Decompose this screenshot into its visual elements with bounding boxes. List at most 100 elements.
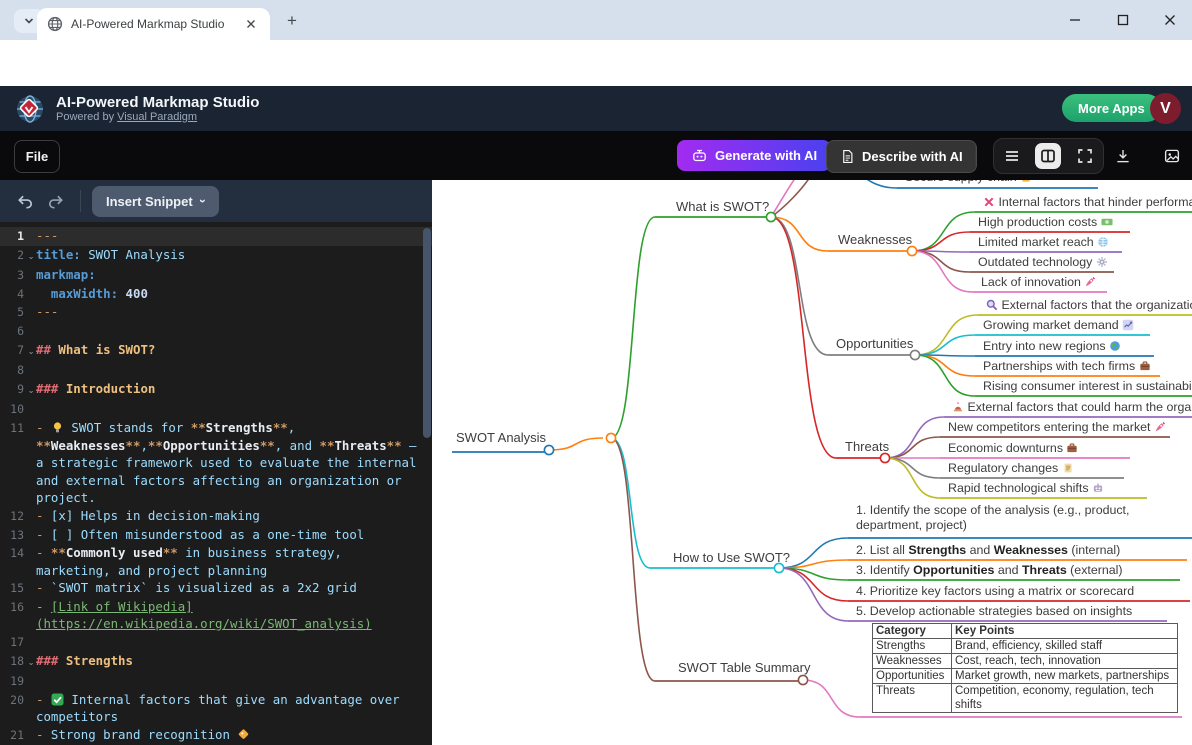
export-image-button[interactable]	[1160, 144, 1184, 168]
map-node-opp-4[interactable]: Partnerships with tech firms	[983, 359, 1151, 374]
map-node-how-2[interactable]: 2. List all Strengths and Weaknesses (in…	[856, 543, 1120, 558]
split-view-button[interactable]	[1035, 143, 1061, 169]
line-gutter[interactable]: 2›	[0, 246, 36, 267]
line-gutter[interactable]: 8	[0, 361, 36, 380]
map-node-weak-5[interactable]: Lack of innovation	[981, 275, 1096, 290]
map-node-threats[interactable]: Threats	[845, 439, 889, 454]
visual-paradigm-link[interactable]: Visual Paradigm	[117, 111, 197, 123]
line-gutter[interactable]: 11	[0, 419, 36, 507]
tab-close-icon[interactable]	[242, 15, 260, 33]
line-gutter[interactable]: 18›	[0, 652, 36, 673]
line-gutter[interactable]: 19	[0, 672, 36, 691]
map-node-opp-2[interactable]: Growing market demand	[983, 318, 1134, 333]
editor-line-3[interactable]: 3markmap:	[0, 266, 432, 285]
window-maximize-button[interactable]	[1108, 9, 1138, 31]
map-node-opportunities[interactable]: Opportunities	[836, 336, 913, 351]
file-menu-button[interactable]: File	[14, 140, 60, 173]
line-gutter[interactable]: 17	[0, 633, 36, 652]
line-gutter[interactable]: 3	[0, 266, 36, 285]
map-node-how-4[interactable]: 4. Prioritize key factors using a matrix…	[856, 584, 1134, 599]
editor-line-2[interactable]: 2›title: SWOT Analysis	[0, 246, 432, 267]
undo-button[interactable]	[12, 188, 38, 214]
editor-line-1[interactable]: 1---	[0, 227, 432, 246]
line-gutter[interactable]: 1	[0, 227, 36, 246]
more-apps-button[interactable]: More Apps	[1062, 94, 1161, 122]
editor-only-view-button[interactable]	[999, 143, 1025, 169]
map-node-how-5[interactable]: 5. Develop actionable strategies based o…	[856, 604, 1132, 619]
map-node-threat-4[interactable]: Regulatory changes	[948, 461, 1074, 476]
map-node-opp-5[interactable]: Rising consumer interest in sustainabili…	[983, 379, 1192, 394]
editor-line-14[interactable]: 14- **Commonly used** in business strate…	[0, 544, 432, 579]
generate-with-ai-button[interactable]: Generate with AI	[677, 140, 831, 171]
editor-line-15[interactable]: 15- `SWOT matrix` is visualized as a 2x2…	[0, 579, 432, 598]
map-node-weak-1[interactable]: Internal factors that hinder performance	[983, 195, 1192, 210]
line-gutter[interactable]: 6	[0, 322, 36, 341]
swot-summary-table: CategoryKey PointsStrengthsBrand, effici…	[872, 623, 1178, 713]
map-node-swot-table-summary[interactable]: SWOT Table Summary	[678, 660, 810, 675]
table-header: Key Points	[952, 624, 1178, 639]
line-gutter[interactable]: 15	[0, 579, 36, 598]
map-node-opp-1[interactable]: External factors that the organization	[986, 298, 1192, 313]
table-row: OpportunitiesMarket growth, new markets,…	[873, 669, 1178, 684]
mindmap-panel[interactable]: markmap + − ⌖ ▣ SWOT AnalysisWhat is SWO…	[432, 180, 1192, 745]
line-gutter[interactable]: 21	[0, 726, 36, 745]
map-node-threat-3[interactable]: Economic downturns	[948, 441, 1078, 456]
map-node-root[interactable]: SWOT Analysis	[456, 430, 546, 445]
editor-line-11[interactable]: 11- SWOT stands for **Strengths**, **Wea…	[0, 419, 432, 507]
editor-line-13[interactable]: 13- [ ] Often misunderstood as a one-tim…	[0, 526, 432, 545]
map-node-threat-5[interactable]: Rapid technological shifts	[948, 481, 1104, 496]
line-gutter[interactable]: 5	[0, 303, 36, 322]
line-gutter[interactable]: 14	[0, 544, 36, 579]
code-editor[interactable]: 1---2›title: SWOT Analysis3markmap:4 max…	[0, 222, 432, 745]
download-button[interactable]	[1111, 144, 1135, 168]
editor-scrollbar[interactable]	[423, 224, 431, 744]
editor-line-17[interactable]: 17	[0, 633, 432, 652]
redo-button[interactable]	[42, 188, 68, 214]
map-node-weak-2[interactable]: High production costs	[978, 215, 1113, 230]
app-title: AI-Powered Markmap Studio	[56, 94, 259, 111]
fullscreen-view-button[interactable]	[1072, 143, 1098, 169]
editor-line-18[interactable]: 18›### Strengths	[0, 652, 432, 673]
window-close-button[interactable]	[1155, 9, 1185, 31]
map-node-weak-4[interactable]: Outdated technology	[978, 255, 1108, 270]
map-node-weak-3[interactable]: Limited market reach	[978, 235, 1109, 250]
editor-line-19[interactable]: 19	[0, 672, 432, 691]
editor-line-12[interactable]: 12- [x] Helps in decision-making	[0, 507, 432, 526]
new-tab-button[interactable]: +	[282, 11, 302, 31]
view-mode-group	[993, 138, 1104, 174]
map-node-how-3[interactable]: 3. Identify Opportunities and Threats (e…	[856, 563, 1123, 578]
map-node-weaknesses[interactable]: Weaknesses	[838, 232, 912, 247]
map-node-how-1[interactable]: 1. Identify the scope of the analysis (e…	[856, 503, 1191, 533]
editor-line-4[interactable]: 4 maxWidth: 400	[0, 285, 432, 304]
line-gutter[interactable]: 4	[0, 285, 36, 304]
line-gutter[interactable]: 10	[0, 400, 36, 419]
line-gutter[interactable]: 16	[0, 598, 36, 633]
line-gutter[interactable]: 9›	[0, 380, 36, 401]
map-node-threat-2[interactable]: New competitors entering the market	[948, 420, 1166, 435]
map-node-opp-3[interactable]: Entry into new regions	[983, 339, 1121, 354]
account-avatar[interactable]: V	[1150, 93, 1181, 124]
browser-tab[interactable]: AI-Powered Markmap Studio	[37, 8, 270, 40]
editor-line-8[interactable]: 8	[0, 361, 432, 380]
editor-line-20[interactable]: 20- Internal factors that give an advant…	[0, 691, 432, 726]
insert-snippet-button[interactable]: Insert Snippet ›	[92, 186, 219, 217]
window-minimize-button[interactable]	[1060, 9, 1090, 31]
describe-with-ai-button[interactable]: Describe with AI	[826, 140, 977, 173]
editor-line-6[interactable]: 6	[0, 322, 432, 341]
editor-line-9[interactable]: 9›### Introduction	[0, 380, 432, 401]
editor-line-7[interactable]: 7›## What is SWOT?	[0, 341, 432, 362]
chart-icon	[1122, 319, 1134, 331]
line-gutter[interactable]: 13	[0, 526, 36, 545]
editor-line-5[interactable]: 5---	[0, 303, 432, 322]
editor-line-21[interactable]: 21- Strong brand recognition	[0, 726, 432, 745]
editor-line-10[interactable]: 10	[0, 400, 432, 419]
map-node-how-to-use-swot[interactable]: How to Use SWOT?	[673, 550, 790, 565]
editor-line-16[interactable]: 16- [Link of Wikipedia](https://en.wikip…	[0, 598, 432, 633]
map-node-secure-supply-chain[interactable]: Secure supply chain	[905, 180, 1032, 185]
map-node-what-is-swot[interactable]: What is SWOT?	[676, 199, 769, 214]
map-node-threat-1[interactable]: External factors that could harm the org…	[952, 400, 1192, 415]
scrollbar-thumb[interactable]	[423, 228, 431, 438]
line-gutter[interactable]: 20	[0, 691, 36, 726]
line-gutter[interactable]: 12	[0, 507, 36, 526]
line-gutter[interactable]: 7›	[0, 341, 36, 362]
